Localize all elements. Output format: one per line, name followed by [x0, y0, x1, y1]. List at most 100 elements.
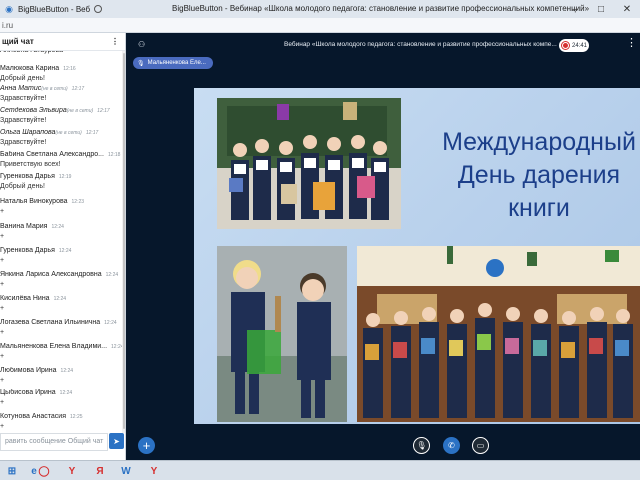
chat-message-time: 12:24	[51, 224, 64, 230]
chat-message-time: 12:17	[71, 86, 85, 92]
chat-message-header: Гуренкова Дарья 12:19	[0, 173, 122, 180]
chat-panel: щий чат ⋮ Аллевна Гатаурова Малюкова Кари…	[0, 33, 126, 460]
chat-message-input[interactable]: равить сообщение Общий чат	[0, 433, 108, 451]
chat-message-time: 12:17	[85, 130, 99, 136]
chat-message-text: Здравствуйте!	[0, 95, 47, 102]
chat-message-text: +	[0, 257, 5, 264]
chat-message-time: 12:19	[58, 174, 72, 180]
window-controls: – □ ✕	[562, 0, 640, 18]
chat-message: Сетдекова Эльвира(не в сети) 12:17 Здравст…	[0, 107, 122, 124]
chat-message-header: Логазева Светлана Ильинична 12:24	[0, 319, 122, 326]
chat-scrollbar-thumb[interactable]	[123, 53, 125, 429]
word-icon[interactable]: W	[118, 464, 134, 478]
chat-message: Ванина Мария 12:24 +	[0, 223, 122, 240]
slide-title-line-1: Международный	[442, 128, 636, 156]
control-bar: + 🎙 ✆ ▭	[126, 431, 640, 460]
chat-message-time: 12:18	[107, 152, 121, 158]
chat-message-text: Здравствуйте!	[0, 117, 47, 124]
record-icon	[562, 42, 569, 49]
chat-message-time: 12:24	[58, 248, 72, 254]
recording-indicator[interactable]: 24:41	[559, 39, 589, 52]
chat-message-header: Малюкова Карина 12:16	[0, 65, 122, 72]
chat-sender-name: Гуренкова Дарья	[0, 173, 55, 180]
chat-sender-name: Наталья Винокурова	[0, 198, 68, 205]
phone-icon: ✆	[448, 441, 455, 450]
chat-sender-name: Логазева Светлана Ильинична	[0, 319, 101, 326]
chat-message-header: Бабина Светлана Александро... 12:18	[0, 151, 122, 158]
chat-message-text: +	[0, 208, 5, 215]
chat-message-text: +	[0, 329, 5, 336]
mute-microphone-button[interactable]: 🎙	[413, 437, 430, 454]
chat-message-time: 12:16	[63, 66, 76, 72]
chat-sender-status: (не в сети)	[55, 130, 82, 136]
chat-sender-name: Аллевна Гатаурова	[0, 51, 63, 54]
chat-message-header: Мальяненкова Елена Владими...12:24	[0, 343, 122, 350]
chat-message-header: Цыбисова Ирина 12:24	[0, 389, 122, 396]
chat-message: Анна Матис(не в сети) 12:17 Здравствуйте!	[0, 85, 122, 102]
chat-sender-name: Ольга Шарапова	[0, 129, 56, 136]
chat-message-header: Наталья Винокурова 12:23	[0, 198, 122, 205]
actions-plus-button[interactable]: +	[138, 437, 155, 454]
chat-message: Малюкова Карина 12:16 Добрый день!	[0, 65, 122, 82]
maximize-button[interactable]: □	[588, 0, 614, 18]
minimize-button[interactable]: –	[562, 0, 588, 18]
user-list-icon[interactable]: ⚇	[138, 40, 146, 49]
slide-photo-class	[357, 246, 640, 422]
chat-message-header: Сетдекова Эльвира(не в сети) 12:17	[0, 107, 122, 114]
chat-message: Наталья Винокурова 12:23 +	[0, 198, 122, 215]
slide-title-line-2: День дарения	[457, 161, 621, 189]
chat-message-text: +	[0, 305, 5, 312]
leave-audio-button[interactable]: ✆	[443, 437, 460, 454]
chat-sender-name: Анна Матис	[0, 85, 42, 92]
chat-message-header: Любимова Ирина 12:24	[0, 367, 122, 374]
share-screen-button[interactable]: ▭	[472, 437, 489, 454]
chat-sender-status: (не в сети)	[66, 108, 94, 114]
bigbluebutton-icon: ◉	[5, 3, 13, 14]
address-bar[interactable]: i.ru	[0, 18, 640, 33]
chat-message-time: 12:24	[60, 368, 74, 374]
chat-message-header: Гуренкова Дарья 12:24	[0, 247, 122, 254]
chat-sender-name: Гуренкова Дарья	[0, 247, 55, 254]
chat-message: Бабина Светлана Александро... 12:18 Привет…	[0, 151, 122, 168]
yandex-browser-icon[interactable]: Y	[64, 464, 80, 478]
chat-sender-name: Ванина Мария	[0, 223, 48, 230]
chrome-browser-icon[interactable]: ◯	[36, 464, 52, 478]
presenter-tag: 🎙 Мальяненкова Еле...	[133, 57, 213, 69]
chat-message-text: Приветствую всех!	[0, 161, 61, 168]
chat-message-text: Добрый день!	[0, 183, 45, 190]
chat-message: Гуренкова Дарья 12:24 +	[0, 247, 122, 264]
chat-message-text: Добрый день!	[0, 75, 45, 82]
chat-message: Ольга Шарапова(не в сети) 12:17 Здравствуй…	[0, 129, 122, 146]
chat-message-time: 12:23	[71, 199, 85, 205]
back-icon[interactable]	[94, 5, 103, 13]
screen-share-icon: ▭	[476, 441, 485, 450]
slide-photo-gift	[217, 246, 347, 422]
chat-message-text: +	[0, 423, 5, 430]
meeting-title: Вебинар «Школа молодого педагога: станов…	[284, 41, 557, 48]
chat-sender-name: Бабина Светлана Александро...	[0, 151, 104, 158]
send-message-button[interactable]: ➤	[109, 433, 124, 449]
chat-sender-name: Малюкова Карина	[0, 65, 60, 72]
chat-message: Любимова Ирина 12:24 +	[0, 367, 122, 384]
chat-message-text: +	[0, 233, 5, 240]
chat-sender-name: Кисилёва Нина	[0, 295, 50, 302]
yandex-browser-icon-2[interactable]: Y	[146, 464, 162, 478]
chat-sender-name: Янкина Лариса Александровна	[0, 271, 102, 278]
yandex-icon[interactable]: Я	[92, 464, 108, 478]
chat-sender-name: Цыбисова Ирина	[0, 389, 56, 396]
options-menu-icon[interactable]: ⋮	[626, 37, 637, 49]
chat-message: Логазева Светлана Ильинична 12:24 +	[0, 319, 122, 336]
chat-message-list: Аллевна Гатаурова Малюкова Карина12:16 Доб…	[0, 51, 122, 433]
chat-message-time: 12:17	[97, 108, 110, 114]
chat-message-header: Ольга Шарапова(не в сети) 12:17	[0, 129, 122, 136]
chat-message-time: 12:25	[70, 414, 83, 420]
chat-menu-icon[interactable]: ⋮	[111, 37, 119, 46]
presentation-slide: Международный День дарения книги	[194, 88, 640, 424]
chat-header: щий чат ⋮	[0, 33, 125, 51]
start-menu-icon[interactable]: ⊞	[4, 464, 20, 478]
chat-message-time: 12:24	[111, 344, 122, 350]
boys-gift-photo	[217, 246, 347, 422]
microphone-off-icon: 🎙	[416, 441, 427, 450]
close-button[interactable]: ✕	[614, 0, 640, 18]
chat-message: Гуренкова Дарья 12:19 Добрый день!	[0, 173, 122, 190]
